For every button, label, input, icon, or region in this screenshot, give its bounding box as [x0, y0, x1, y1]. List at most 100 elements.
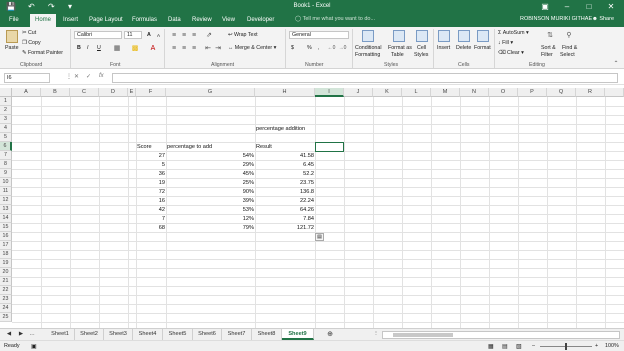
enter-icon[interactable]: ✓ — [86, 73, 91, 80]
tell-me-box[interactable]: ◯ Tell me what you want to do... — [295, 16, 375, 22]
percentage-cell[interactable]: 45% — [166, 170, 254, 179]
column-header[interactable]: A — [12, 88, 41, 97]
select-all-corner[interactable] — [0, 88, 12, 97]
increase-indent-icon[interactable]: ⇥ — [214, 44, 222, 52]
delete-cells-icon[interactable] — [458, 30, 470, 42]
zoom-slider[interactable] — [540, 343, 592, 350]
tab-review[interactable]: Review — [192, 16, 212, 25]
more-sheets-icon[interactable]: … — [28, 329, 36, 340]
result-cell[interactable]: 6.45 — [255, 161, 314, 170]
scroll-right-icon[interactable]: ▶ — [16, 329, 26, 340]
row-header[interactable]: 12 — [0, 196, 12, 205]
page-break-view-icon[interactable]: ▧ — [516, 343, 522, 350]
format-as-table-label-2[interactable]: Table — [391, 52, 404, 58]
tab-developer[interactable]: Developer — [247, 16, 274, 25]
result-cell[interactable]: 52.2 — [255, 170, 314, 179]
row-header[interactable]: 3 — [0, 115, 12, 124]
align-bottom-icon[interactable]: ≡ — [190, 31, 198, 39]
sheet-tab[interactable]: Sheet1 — [46, 329, 75, 340]
font-size-select[interactable]: 11 — [124, 31, 142, 39]
shrink-font-button[interactable]: A — [157, 33, 160, 39]
decrease-indent-icon[interactable]: ⇤ — [204, 44, 212, 52]
insert-cells-button[interactable]: Insert — [437, 45, 450, 51]
result-cell[interactable]: 41.58 — [255, 152, 314, 161]
score-cell[interactable]: 19 — [136, 179, 165, 188]
percentage-cell[interactable]: 25% — [166, 179, 254, 188]
user-name[interactable]: ROBINSON MURIKI GITHAE — [520, 16, 592, 22]
align-top-icon[interactable]: ≡ — [170, 31, 178, 39]
row-header[interactable]: 9 — [0, 169, 12, 178]
score-cell[interactable]: 72 — [136, 188, 165, 197]
row-header[interactable]: 15 — [0, 223, 12, 232]
sheet-tab[interactable]: Sheet2 — [75, 329, 104, 340]
row-header-selected[interactable]: 6 — [0, 142, 12, 151]
score-cell[interactable]: 36 — [136, 170, 165, 179]
bold-button[interactable]: B — [77, 45, 81, 51]
column-header[interactable]: D — [99, 88, 128, 97]
percentage-cell[interactable]: 53% — [166, 206, 254, 215]
sheet-title-cell[interactable]: percentage addition — [256, 125, 305, 134]
sort-filter-icon[interactable]: ⇅ — [545, 30, 555, 40]
delete-cells-button[interactable]: Delete — [456, 45, 471, 51]
percentage-cell[interactable]: 79% — [166, 224, 254, 233]
find-select-label[interactable]: Find & — [562, 45, 577, 51]
worksheet-grid[interactable]: A B C D E F G H I J K L M N O P Q R 1 2 … — [0, 88, 624, 328]
score-cell[interactable]: 68 — [136, 224, 165, 233]
sheet-tab[interactable]: Sheet6 — [193, 329, 222, 340]
row-header[interactable]: 2 — [0, 106, 12, 115]
column-header[interactable]: M — [431, 88, 460, 97]
result-cell[interactable]: 7.84 — [255, 215, 314, 224]
maximize-icon[interactable]: □ — [578, 1, 600, 12]
orientation-icon[interactable]: ⇗ — [204, 31, 214, 39]
row-header[interactable]: 16 — [0, 232, 12, 241]
row-header[interactable]: 10 — [0, 178, 12, 187]
row-header[interactable]: 24 — [0, 304, 12, 313]
format-cells-button[interactable]: Format — [474, 45, 491, 51]
horizontal-scrollbar[interactable] — [382, 331, 620, 339]
align-left-icon[interactable]: ≡ — [170, 44, 178, 52]
align-center-icon[interactable]: ≡ — [180, 44, 188, 52]
header-result[interactable]: Result — [256, 143, 272, 152]
column-header[interactable]: F — [136, 88, 166, 97]
column-header[interactable]: H — [255, 88, 315, 97]
scroll-left-icon[interactable]: ◀ — [4, 329, 14, 340]
column-header[interactable]: G — [166, 88, 255, 97]
formula-input[interactable] — [112, 73, 618, 83]
conditional-formatting-label[interactable]: Conditional — [355, 45, 382, 51]
find-select-label-2[interactable]: Select — [560, 52, 575, 58]
font-color-icon[interactable]: A — [148, 44, 158, 52]
close-icon[interactable]: ✕ — [600, 1, 622, 12]
paste-icon[interactable] — [6, 30, 18, 43]
zoom-level[interactable]: 100% — [605, 343, 619, 349]
cancel-icon[interactable]: ✕ — [74, 73, 79, 80]
percentage-cell[interactable]: 39% — [166, 197, 254, 206]
font-name-select[interactable]: Calibri — [74, 31, 122, 39]
column-header-selected[interactable]: I — [315, 88, 344, 97]
result-cell[interactable]: 64.26 — [255, 206, 314, 215]
column-header[interactable]: J — [344, 88, 373, 97]
row-header[interactable]: 21 — [0, 277, 12, 286]
row-header[interactable]: 13 — [0, 205, 12, 214]
tab-view[interactable]: View — [222, 16, 235, 25]
result-cell[interactable]: 23.75 — [255, 179, 314, 188]
sort-filter-label[interactable]: Sort & — [541, 45, 556, 51]
tab-formulas[interactable]: Formulas — [132, 16, 157, 25]
fill-button[interactable]: ↓ Fill ▾ — [498, 40, 513, 46]
row-header[interactable]: 8 — [0, 160, 12, 169]
header-score[interactable]: Score — [137, 143, 152, 152]
underline-button[interactable]: U — [97, 45, 101, 51]
row-header[interactable]: 22 — [0, 286, 12, 295]
number-format-select[interactable]: General — [289, 31, 349, 39]
column-header[interactable]: R — [576, 88, 605, 97]
scrollbar-thumb[interactable] — [393, 333, 453, 337]
decrease-decimal-icon[interactable]: →0 — [338, 44, 347, 52]
row-header[interactable]: 20 — [0, 268, 12, 277]
add-sheet-icon[interactable]: ⊕ — [324, 329, 336, 340]
normal-view-icon[interactable]: ▦ — [488, 343, 494, 350]
format-as-table-icon[interactable] — [393, 30, 405, 42]
sheet-tab[interactable]: Sheet4 — [133, 329, 163, 340]
column-header[interactable]: C — [70, 88, 99, 97]
column-header[interactable]: K — [373, 88, 402, 97]
wrap-text-button[interactable]: ↩ Wrap Text — [228, 32, 258, 38]
format-cells-icon[interactable] — [477, 30, 489, 42]
